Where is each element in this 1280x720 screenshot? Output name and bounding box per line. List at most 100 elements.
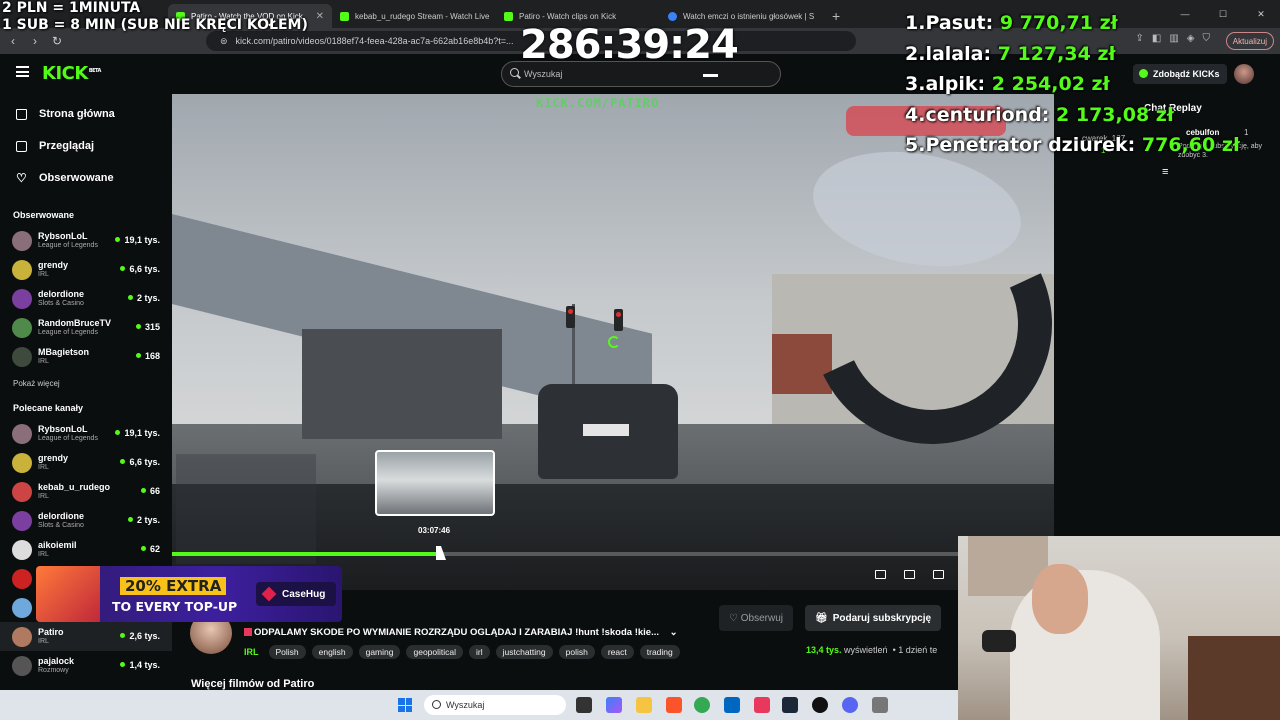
video-watermark: KICK.COM/PATIRO bbox=[536, 96, 660, 110]
view-count: 13,4 tys. bbox=[806, 645, 842, 655]
followed-section-title: Obserwowane bbox=[13, 210, 75, 220]
chevron-down-icon[interactable]: ⌄ bbox=[670, 627, 678, 638]
calculator-icon[interactable] bbox=[872, 697, 888, 713]
kick-logo[interactable]: KICKBETA bbox=[42, 63, 101, 84]
stream-tag[interactable]: gaming bbox=[358, 645, 401, 659]
steam-icon[interactable] bbox=[782, 697, 798, 713]
channel-avatar bbox=[12, 626, 32, 647]
subathon-timer: 286:39:24 bbox=[520, 22, 739, 68]
fullscreen-icon[interactable] bbox=[933, 570, 944, 579]
channel-avatar bbox=[12, 230, 32, 251]
sidebar-channel-item[interactable]: delordione Slots & Casino 2 tys. bbox=[0, 506, 172, 535]
channel-category: IRL bbox=[38, 550, 49, 558]
new-tab-button[interactable]: + bbox=[824, 4, 848, 28]
channel-avatar bbox=[12, 510, 32, 531]
recommended-channels-list: RybsonLoL League of Legends 19,1 tys. grend… bbox=[0, 419, 172, 680]
nav-browse[interactable]: Przeglądaj bbox=[0, 130, 172, 162]
forward-icon[interactable]: › bbox=[26, 34, 44, 48]
stream-tag[interactable]: irl bbox=[469, 645, 490, 659]
url-text: kick.com/patiro/videos/0188ef74-feea-428… bbox=[235, 36, 514, 46]
recommended-section-title: Polecane kanały bbox=[13, 403, 84, 413]
windows-start-icon[interactable] bbox=[398, 698, 412, 712]
channel-name: RybsonLoL bbox=[38, 424, 88, 435]
back-icon[interactable]: ‹ bbox=[4, 34, 22, 48]
leaderboard-amount: 2 173,08 zł bbox=[1056, 103, 1174, 126]
show-more-link[interactable]: Pokaż więcej bbox=[0, 371, 172, 391]
sidebar-channel-item[interactable]: grendy IRL 6,6 tys. bbox=[0, 448, 172, 477]
nav-following[interactable]: ♡ Obserwowane bbox=[0, 162, 172, 194]
stream-tag[interactable]: react bbox=[600, 645, 634, 659]
leaderboard-entry: 5.Penetrator dziurek: 776,60 zł bbox=[905, 130, 1240, 161]
leaderboard-entry: 1.Pasut: 9 770,71 zł bbox=[905, 8, 1240, 39]
stream-tag[interactable]: geopolitical bbox=[406, 645, 464, 659]
channel-info: aikoiemil IRL bbox=[38, 540, 77, 558]
file-explorer-icon[interactable] bbox=[636, 697, 652, 713]
sidebar-channel-item[interactable]: pajalock Rozmowy 1,4 tys. bbox=[0, 651, 172, 680]
sidebar-channel-item[interactable]: delordione Slots & Casino 2 tys. bbox=[0, 284, 172, 313]
channel-category: League of Legends bbox=[38, 434, 98, 442]
site-info-icon[interactable]: ⊜ bbox=[220, 36, 228, 47]
sidebar-channel-item[interactable]: grendy IRL 6,6 tys. bbox=[0, 255, 172, 284]
taskbar-search[interactable]: Wyszukaj bbox=[424, 695, 566, 715]
channel-category: League of Legends bbox=[38, 241, 98, 249]
gift-subscription-label: Podaruj subskrypcję bbox=[832, 612, 932, 624]
heart-icon: ♡ bbox=[16, 170, 27, 185]
close-tab-icon[interactable]: ✕ bbox=[316, 11, 324, 22]
store-icon[interactable] bbox=[724, 697, 740, 713]
channel-name: delordione bbox=[38, 511, 85, 522]
loading-spinner-icon bbox=[608, 336, 620, 348]
menu-icon[interactable] bbox=[16, 66, 29, 77]
leaderboard-name: Penetrator dziurek: bbox=[925, 134, 1136, 156]
tab-kebab-stream[interactable]: kebab_u_rudego Stream - Watch Live bbox=[332, 4, 496, 28]
reload-icon[interactable]: ↻ bbox=[48, 34, 66, 48]
leaderboard-name: alpik: bbox=[925, 73, 986, 95]
mini-player-icon[interactable] bbox=[875, 570, 886, 579]
stream-tag[interactable]: english bbox=[311, 645, 353, 659]
mouse-cursor-icon bbox=[435, 546, 446, 560]
treasure-chest-icon bbox=[36, 566, 100, 622]
sidebar-channel-item[interactable]: RandomBruceTV League of Legends 315 bbox=[0, 313, 172, 342]
video-player[interactable]: KICK.COM/PATIRO 03:07:46 bbox=[172, 94, 1054, 590]
follow-button[interactable]: ♡ Obserwuj bbox=[719, 605, 793, 631]
casehug-ad-banner[interactable]: 20% EXTRA TO EVERY TOP-UP CaseHug bbox=[36, 566, 342, 622]
stream-tag[interactable]: Polish bbox=[268, 645, 306, 659]
followed-channels-list: RybsonLoL League of Legends 19,1 tys. grend… bbox=[0, 226, 172, 371]
home-icon bbox=[16, 108, 27, 120]
sidebar-channel-item[interactable]: aikoiemil IRL 62 bbox=[0, 535, 172, 564]
theater-mode-icon[interactable] bbox=[904, 570, 915, 579]
sidebar-channel-item[interactable]: Patiro IRL 2,6 tys. bbox=[0, 622, 172, 651]
channel-viewers: 19,1 tys. bbox=[115, 235, 160, 245]
sidebar-channel-item[interactable]: MBagietson IRL 168 bbox=[0, 342, 172, 371]
obs-icon[interactable] bbox=[812, 697, 828, 713]
channel-info: Patiro IRL bbox=[38, 627, 64, 645]
gift-subscription-button[interactable]: 🎁︎ Podaruj subskrypcję bbox=[805, 605, 942, 631]
stream-tag[interactable]: trading bbox=[639, 645, 680, 659]
sidebar-channel-item[interactable]: RybsonLoL League of Legends 19,1 tys. bbox=[0, 419, 172, 448]
channel-avatar bbox=[12, 481, 32, 502]
seek-preview-time: 03:07:46 bbox=[418, 526, 451, 535]
gift-icon: 🎁︎ bbox=[815, 612, 828, 624]
progress-bar[interactable] bbox=[172, 552, 1054, 556]
sidebar-channel-item[interactable]: kebab_u_rudego IRL 66 bbox=[0, 477, 172, 506]
opera-gx-icon[interactable] bbox=[754, 697, 770, 713]
brave-browser-icon[interactable] bbox=[666, 697, 682, 713]
channel-name: RybsonLoL bbox=[38, 231, 88, 242]
stream-tag[interactable]: justchatting bbox=[495, 645, 553, 659]
category-link[interactable]: IRL bbox=[244, 647, 259, 657]
nav-home[interactable]: Strona główna bbox=[0, 98, 172, 130]
sidebar-channel-item[interactable]: RybsonLoL League of Legends 19,1 tys. bbox=[0, 226, 172, 255]
channel-category: IRL bbox=[38, 492, 49, 500]
chat-filter-icon[interactable]: ≡ bbox=[1162, 166, 1168, 178]
stream-tag[interactable]: polish bbox=[558, 645, 595, 659]
nav-label: Przeglądaj bbox=[39, 140, 95, 152]
channel-avatar bbox=[12, 568, 32, 589]
task-view-icon[interactable] bbox=[576, 697, 592, 713]
microphone-icon bbox=[982, 630, 1016, 652]
channel-viewers: 2 tys. bbox=[128, 515, 160, 525]
search-placeholder: Wyszukaj bbox=[524, 69, 563, 79]
red-square-icon bbox=[244, 628, 252, 636]
chrome-icon[interactable] bbox=[694, 697, 710, 713]
close-window-icon[interactable]: ✕ bbox=[1242, 0, 1280, 28]
discord-icon[interactable] bbox=[842, 697, 858, 713]
copilot-icon[interactable] bbox=[606, 697, 622, 713]
